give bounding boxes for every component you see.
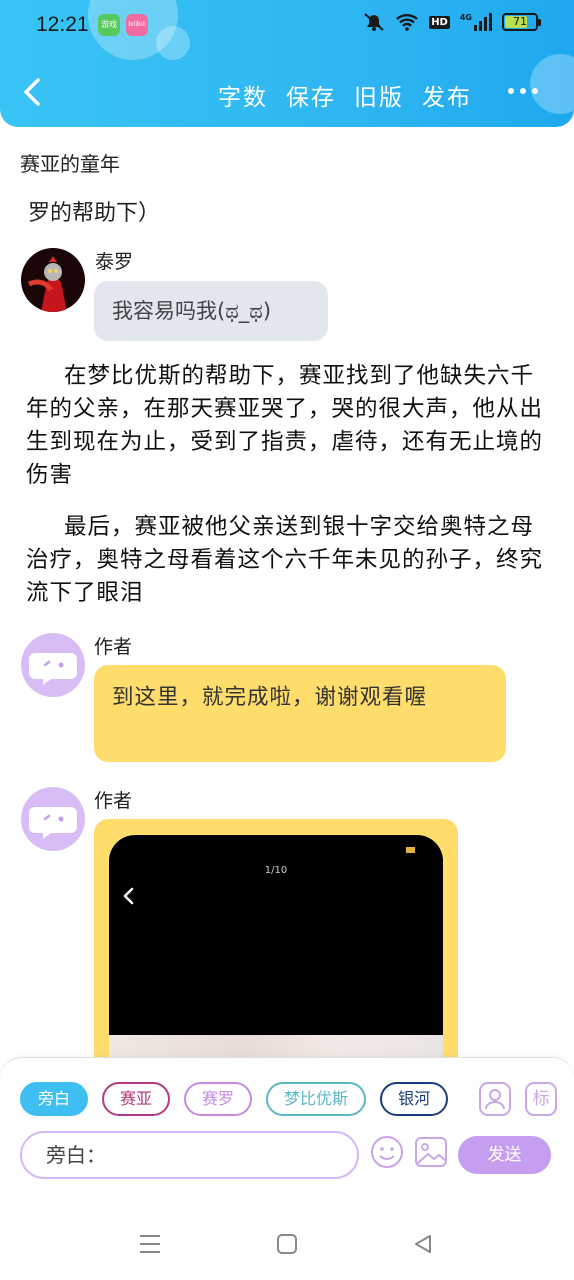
ultraman-avatar-image (21, 248, 85, 312)
bilibili-app-icon: bilibili (126, 14, 148, 36)
image-counter: 1/10 (264, 865, 288, 876)
speaker-name: 作者 (94, 636, 133, 658)
role-chip-narrator[interactable]: 旁白 (20, 1082, 89, 1116)
home-icon[interactable] (276, 1233, 298, 1255)
battery-level: 71 (513, 15, 527, 28)
status-icons: HD 4G 71 (363, 12, 541, 32)
back-triangle-icon[interactable] (412, 1233, 434, 1255)
nav-actions: 字数 保存 旧版 发布 (218, 78, 472, 112)
avatar[interactable] (21, 248, 85, 312)
role-chip-zero[interactable]: 赛罗 (184, 1082, 253, 1116)
nav-bar: 字数 保存 旧版 发布 (0, 62, 574, 122)
status-time: 12:21 (36, 13, 89, 36)
save-button[interactable]: 保存 (286, 78, 336, 112)
document-title: 赛亚的童年 (20, 152, 120, 176)
role-chip-mebius[interactable]: 梦比优斯 (266, 1082, 367, 1116)
top-header: 12:21 游戏 bilibili HD 4G 71 字数 保存 旧版 发布 (0, 0, 574, 127)
image-message[interactable]: 1/10 (94, 819, 458, 1079)
emoji-icon[interactable] (370, 1135, 404, 1169)
chevron-left-icon (24, 78, 40, 106)
role-chip-saiya[interactable]: 赛亚 (102, 1082, 171, 1116)
narration-paragraph[interactable]: 最后，赛亚被他父亲送到银十字交给奥特之母治疗，奥特之母看着这个六千年未见的孙子，… (26, 511, 548, 610)
badge-icon (406, 847, 415, 853)
role-chips: 旁白 赛亚 赛罗 梦比优斯 银河 (20, 1082, 449, 1116)
mute-icon (364, 13, 384, 31)
system-navigation-bar (0, 1209, 574, 1280)
network-type: 4G (459, 13, 472, 22)
message-bubble[interactable]: 到这里，就完成啦，谢谢观看喔 (94, 665, 506, 762)
message-bubble[interactable]: 我容易吗我(ಥ_ಥ) (94, 281, 328, 341)
back-button[interactable] (14, 72, 50, 112)
chevron-left-icon (123, 887, 134, 905)
hd-icon: HD (429, 15, 450, 29)
old-version-button[interactable]: 旧版 (354, 78, 404, 112)
narration-paragraph[interactable]: 在梦比优斯的帮助下，赛亚找到了他缺失六千年的父亲，在那天赛亚哭了，哭的很大声，他… (26, 360, 548, 492)
person-icon (485, 1089, 505, 1110)
menu-icon[interactable] (138, 1233, 162, 1255)
word-count-button[interactable]: 字数 (218, 78, 268, 112)
narration-line[interactable]: 罗的帮助下） (28, 195, 160, 227)
role-chip-ginga[interactable]: 银河 (380, 1082, 449, 1116)
message-input[interactable]: 旁白： (20, 1131, 359, 1179)
signal-icon: 4G (460, 13, 492, 31)
game-app-icon: 游戏 (98, 14, 120, 36)
battery-icon: 71 (502, 13, 541, 31)
chat-bubble-face-icon (29, 653, 77, 685)
composer-panel: 旁白 赛亚 赛罗 梦比优斯 银河 标 旁白： 发送 (0, 1057, 574, 1209)
speaker-name: 泰罗 (95, 251, 134, 273)
speaker-name: 作者 (94, 790, 133, 812)
publish-button[interactable]: 发布 (422, 78, 472, 112)
send-button[interactable]: 发送 (458, 1136, 551, 1174)
status-bar: 12:21 游戏 bilibili HD 4G 71 (0, 0, 574, 52)
tag-button[interactable]: 标 (525, 1082, 557, 1116)
screenshot-image: 1/10 (109, 835, 443, 1079)
wifi-icon (396, 14, 418, 31)
image-icon[interactable] (414, 1135, 448, 1169)
chat-bubble-face-icon (29, 807, 77, 839)
more-options-button[interactable] (508, 88, 538, 94)
role-manage-button[interactable] (479, 1082, 511, 1116)
avatar[interactable] (21, 787, 85, 851)
avatar[interactable] (21, 633, 85, 697)
